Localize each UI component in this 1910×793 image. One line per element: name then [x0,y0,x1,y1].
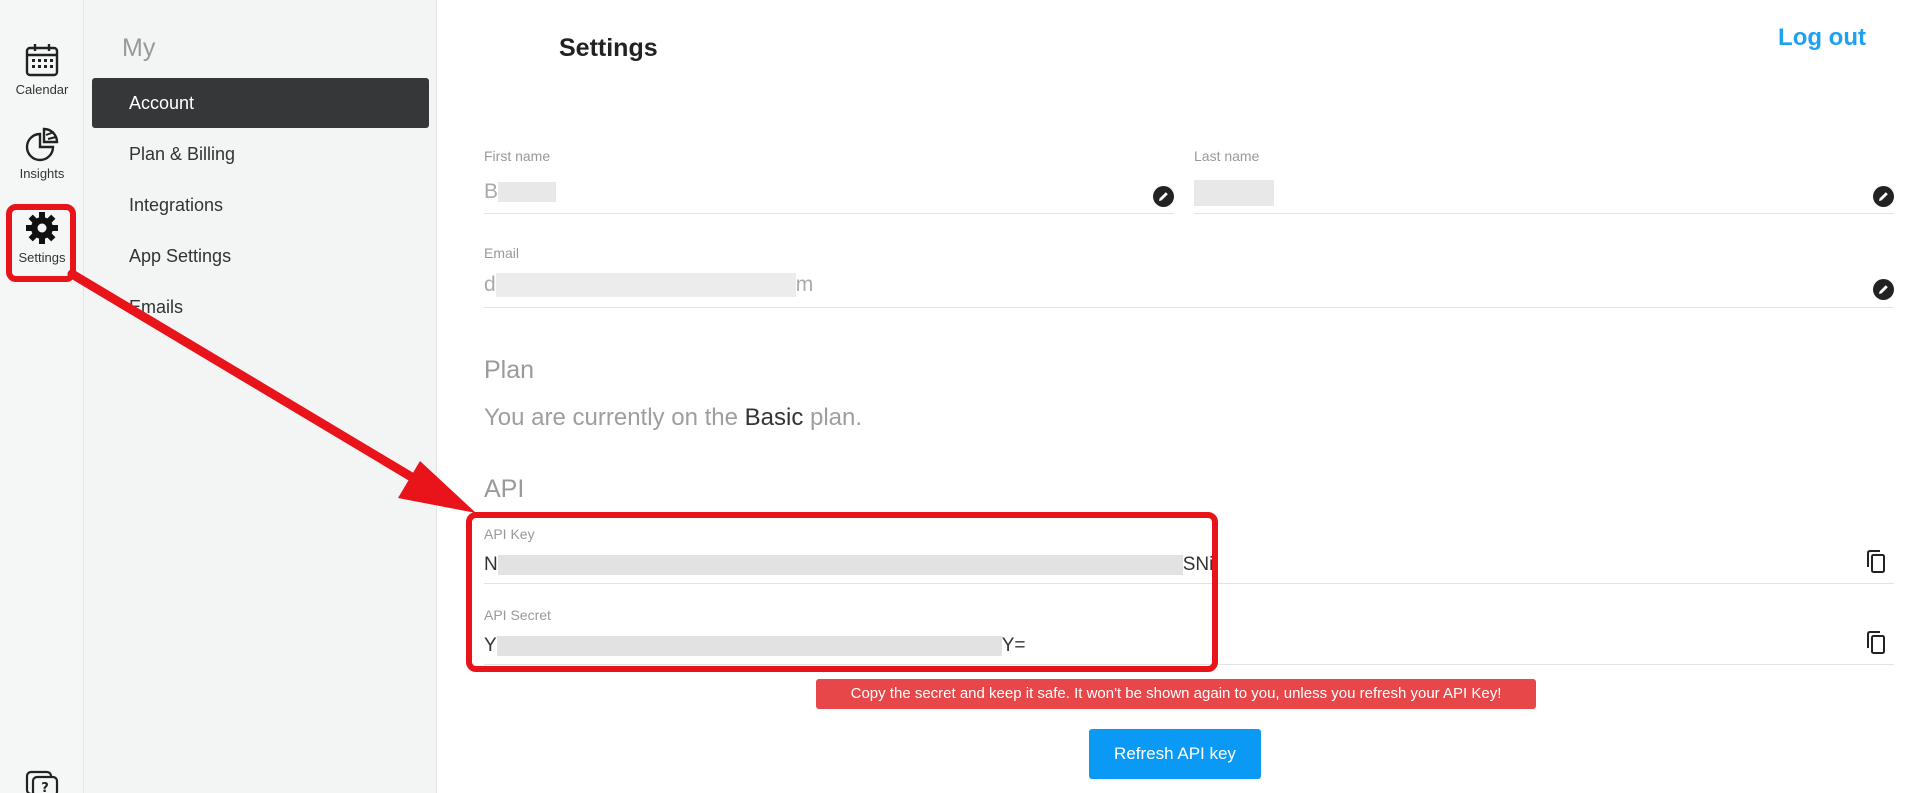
sidebar-item-emails[interactable]: Emails [92,282,429,332]
refresh-api-key-button[interactable]: Refresh API key [1089,729,1261,779]
redacted-block [498,182,557,203]
plan-text-after: plan. [809,404,863,431]
email-value: dm [484,273,814,298]
rail-item-calendar[interactable]: Calendar [0,42,84,97]
settings-sidebar: My Settings Account Plan & Billing Integ… [84,0,658,793]
rail-item-insights[interactable]: Insights [0,126,84,181]
plan-name: Basic [744,404,804,431]
api-key-visible-start: N [484,554,498,575]
plan-heading: Plan [484,356,535,384]
first-name-field[interactable]: First name B [484,148,1174,214]
api-secret-visible-end: Y= [1001,635,1026,656]
edit-email-icon[interactable] [1873,279,1894,300]
last-name-field[interactable]: Last name [1194,148,1894,214]
copy-api-secret-icon[interactable] [1864,631,1886,655]
email-visible-end: m [795,273,814,296]
rail-label-settings: Settings [18,250,66,265]
last-name-label: Last name [1194,148,1260,164]
sidebar-item-plan-billing[interactable]: Plan & Billing [92,129,429,179]
first-name-label: First name [484,148,551,164]
email-label: Email [484,245,520,261]
sidebar-item-integrations[interactable]: Integrations [92,180,429,230]
icon-rail: Calendar Insights Settings ? [0,0,84,793]
rail-item-help[interactable]: ? [0,770,84,793]
calendar-icon [25,44,59,77]
logout-link[interactable]: Log out [1778,24,1866,52]
api-key-value: N SNi [484,554,1213,576]
email-field[interactable]: Email dm [484,245,1894,308]
sidebar-item-account[interactable]: Account [92,78,429,128]
api-key-visible-end: SNi [1182,554,1214,575]
rail-label-calendar: Calendar [15,82,69,97]
first-name-visible-text: B [484,180,499,203]
help-chat-icon: ? [25,770,59,793]
edit-first-name-icon[interactable] [1153,186,1174,207]
rail-label-insights: Insights [19,166,65,181]
rail-item-settings[interactable]: Settings [0,210,84,265]
api-secret-value: Y Y= [484,635,1025,657]
redacted-block [496,635,1002,656]
main-content: Log out First name B Last name Email d m… [437,0,1910,793]
redacted-block [497,554,1183,575]
plan-text-before: You are currently on the [484,404,738,431]
gear-icon [26,212,58,244]
secret-warning-banner: Copy the secret and keep it safe. It won… [816,679,1536,709]
api-secret-visible-start: Y [484,635,497,656]
plan-description: You are currently on the Basic plan. [484,404,862,432]
last-name-value [1194,180,1274,206]
svg-text:?: ? [41,781,49,793]
redacted-block [1194,180,1274,206]
first-name-value: B [484,180,557,204]
api-secret-label: API Secret [484,607,551,623]
sidebar-title: My Settings [122,34,658,63]
api-key-label: API Key [484,526,535,542]
api-heading: API [484,475,525,503]
redacted-block [495,273,796,298]
copy-api-key-icon[interactable] [1864,550,1886,574]
email-visible-start: d [484,273,496,296]
pie-chart-icon [25,127,59,162]
app-window: Calendar Insights Settings ? My Settings… [0,0,1910,793]
api-secret-field[interactable]: API Secret Y Y= [484,607,1894,665]
api-key-field[interactable]: API Key N SNi [484,526,1894,584]
sidebar-title-prefix: My [122,34,156,62]
edit-last-name-icon[interactable] [1873,186,1894,207]
sidebar-item-app-settings[interactable]: App Settings [92,231,429,281]
